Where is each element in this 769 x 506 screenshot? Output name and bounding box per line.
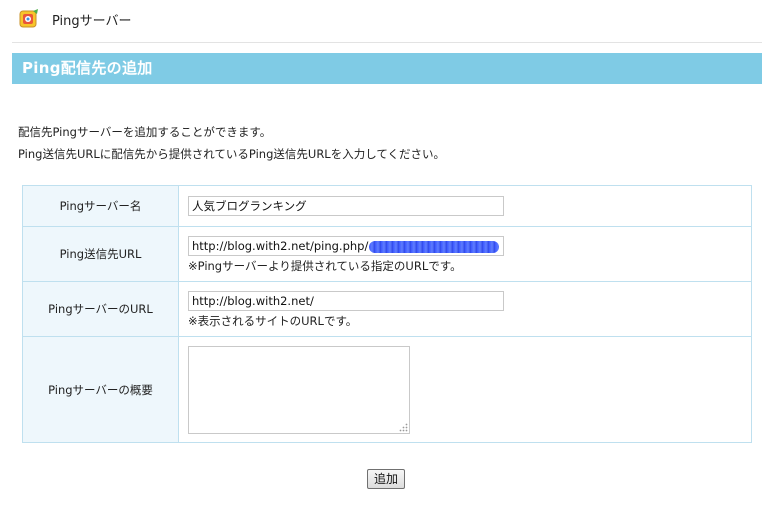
server-name-input[interactable]: 人気ブログランキング (188, 196, 504, 216)
ping-url-note: ※Pingサーバーより提供されている指定のURLです。 (188, 259, 462, 273)
form-row-ping-url: Ping送信先URL http://blog.with2.net/ping.ph… (22, 226, 752, 282)
server-name-value: 人気ブログランキング (192, 199, 307, 213)
resize-grip-icon[interactable] (398, 422, 408, 432)
overview-textarea[interactable] (188, 346, 410, 434)
server-name-label: Pingサーバー名 (22, 185, 179, 227)
ping-server-form: Pingサーバー名 人気ブログランキング Ping送信先URL http://b… (22, 185, 752, 443)
ping-url-input[interactable]: http://blog.with2.net/ping.php/ (188, 236, 504, 256)
ping-app-icon (19, 9, 38, 28)
server-url-label: PingサーバーのURL (22, 281, 179, 337)
server-url-value: http://blog.with2.net/ (192, 294, 314, 308)
section-title: Ping配信先の追加 (12, 53, 762, 84)
overview-label: Pingサーバーの概要 (22, 336, 179, 443)
ping-url-value: http://blog.with2.net/ping.php/ (192, 239, 369, 253)
description-line-2: Ping送信先URLに配信先から提供されているPing送信先URLを入力してくだ… (18, 147, 446, 161)
form-row-server-name: Pingサーバー名 人気ブログランキング (22, 185, 752, 227)
form-row-overview: Pingサーバーの概要 (22, 336, 752, 443)
redaction-scribble (369, 240, 500, 253)
header-divider (12, 42, 762, 43)
form-row-server-url: PingサーバーのURL http://blog.with2.net/ ※表示さ… (22, 281, 752, 337)
description-line-1: 配信先Pingサーバーを追加することができます。 (18, 125, 272, 139)
server-url-note: ※表示されるサイトのURLです。 (188, 314, 358, 328)
page-header: Pingサーバー (0, 0, 769, 42)
add-button[interactable]: 追加 (367, 469, 405, 489)
server-url-input[interactable]: http://blog.with2.net/ (188, 291, 504, 311)
app-title: Pingサーバー (52, 14, 132, 29)
ping-url-label: Ping送信先URL (22, 226, 179, 282)
